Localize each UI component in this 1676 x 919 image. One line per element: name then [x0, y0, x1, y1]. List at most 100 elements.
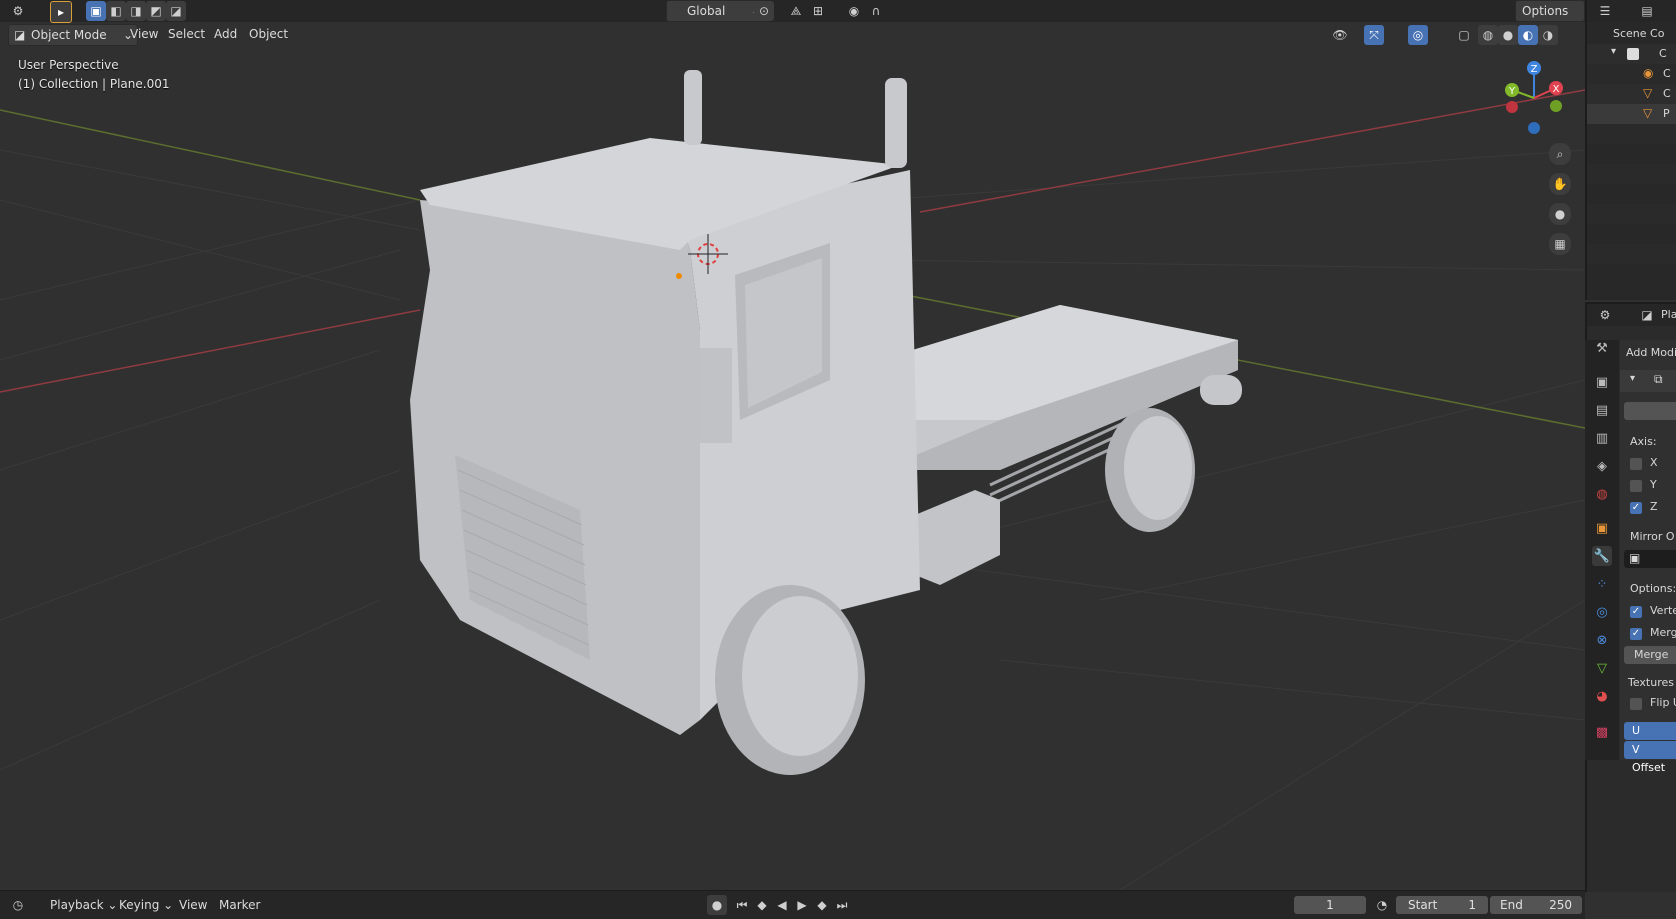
world-tab-icon[interactable]: ◍ [1592, 484, 1612, 504]
pivot-point-icon[interactable]: ⊙ [754, 1, 774, 21]
transform-orientation-dropdown[interactable]: Global⌄ [666, 0, 766, 22]
camera-icon: ◉ [1643, 66, 1654, 80]
expand-arrow-icon: ▾ [1611, 46, 1617, 57]
v-offset-field[interactable]: V Offset [1624, 741, 1676, 774]
object-mode-dropdown[interactable]: ◪ Object Mode ⌄ [8, 24, 138, 46]
3d-viewport[interactable]: User Perspective (1) Collection | Plane.… [0, 0, 1585, 890]
particles-tab-icon[interactable]: ⁘ [1592, 574, 1612, 594]
snap-target-icon[interactable]: ⊞ [808, 1, 828, 21]
add-modifier-button[interactable]: Add Modi [1626, 346, 1676, 359]
modifier-header[interactable]: ▾ ⧉ [1620, 370, 1676, 392]
axis-x-label: X [1650, 456, 1658, 469]
next-keyframe-icon[interactable]: ◆ [812, 895, 832, 915]
visibility-icon[interactable]: 👁 [1330, 25, 1350, 45]
modifier-name-field[interactable] [1624, 402, 1676, 420]
select-subtract-icon[interactable]: ◨ [126, 1, 146, 21]
menu-view-timeline[interactable]: View [173, 895, 213, 915]
start-frame-field[interactable]: Start 1 [1396, 896, 1488, 914]
exhaust-stack-left [684, 70, 702, 145]
end-frame-field[interactable]: End 250 [1490, 896, 1582, 914]
outliner-row[interactable]: ◉ C [1587, 64, 1676, 84]
navigation-gizmo[interactable]: Z X Y [1494, 58, 1574, 138]
view-layer-tab-icon[interactable]: ▥ [1592, 428, 1612, 448]
ortho-grid-icon[interactable]: ▦ [1549, 233, 1571, 255]
falloff-icon[interactable]: ∩ [866, 1, 886, 21]
jump-end-icon[interactable]: ⏭ [832, 895, 852, 915]
render-tab-icon[interactable]: ▣ [1592, 372, 1612, 392]
menu-playback[interactable]: Playback ⌄ [44, 895, 123, 915]
axis-label: Axis: [1630, 435, 1657, 448]
flip-u-checkbox[interactable] [1630, 698, 1642, 710]
properties-editor-icon[interactable]: ⚙ [1595, 305, 1615, 325]
menu-select[interactable]: Select [162, 24, 211, 44]
textures-section-label: Textures [1628, 676, 1674, 689]
jump-start-icon[interactable]: ⏮ [732, 895, 752, 915]
vertex-groups-checkbox[interactable]: ✓ [1630, 606, 1642, 618]
object-data-icon[interactable]: ◪ [1637, 305, 1657, 325]
camera-view-icon[interactable]: ● [1549, 203, 1571, 225]
options-dropdown[interactable]: Options ⌄ [1515, 0, 1585, 38]
current-frame-field[interactable]: 1 [1294, 896, 1366, 914]
outliner-row-selected[interactable]: ▽ P [1587, 104, 1676, 124]
physics-tab-icon[interactable]: ◎ [1592, 602, 1612, 622]
material-shading-icon[interactable]: ◐ [1518, 25, 1538, 45]
menu-keying[interactable]: Keying ⌄ [113, 895, 179, 915]
overlay-toggle-icon[interactable]: ◎ [1408, 25, 1428, 45]
timeline-editor-icon[interactable]: ◷ [8, 895, 28, 915]
flip-u-label: Flip U [1650, 696, 1676, 709]
mirror-object-field[interactable]: ▣ [1624, 550, 1676, 568]
snap-icon[interactable]: ⟁ [786, 1, 806, 21]
tool-tab-icon[interactable]: ⚒ [1592, 338, 1612, 358]
merge-distance-field[interactable]: Merge [1624, 646, 1676, 664]
menu-add[interactable]: Add [208, 24, 243, 44]
material-tab-icon[interactable]: ◕ [1592, 686, 1612, 706]
constraints-tab-icon[interactable]: ⊗ [1592, 630, 1612, 650]
stopwatch-icon[interactable]: ◔ [1372, 895, 1392, 915]
mirror-object-label: Mirror O [1630, 530, 1675, 543]
vertex-groups-label: Verte [1650, 604, 1676, 617]
outliner-row[interactable]: ▾ C [1587, 44, 1676, 64]
object-mode-icon: ◪ [14, 28, 26, 42]
y-axis-line-left [0, 109, 421, 201]
output-tab-icon[interactable]: ▤ [1592, 400, 1612, 420]
proportional-edit-icon[interactable]: ◉ [844, 1, 864, 21]
select-new-icon[interactable]: ▣ [86, 1, 106, 21]
outliner-row-label: C [1663, 87, 1671, 100]
prev-keyframe-icon[interactable]: ◆ [752, 895, 772, 915]
texture-tab-icon[interactable]: ▩ [1592, 722, 1612, 742]
gizmo-toggle-icon[interactable]: ⤧ [1364, 25, 1384, 45]
play-reverse-icon[interactable]: ◀ [772, 895, 792, 915]
zoom-icon[interactable]: ⌕ [1549, 143, 1571, 165]
outliner-row[interactable]: ▽ C [1587, 84, 1676, 104]
mesh-object-icon: ▽ [1643, 106, 1653, 120]
merge-checkbox[interactable]: ✓ [1630, 628, 1642, 640]
menu-object[interactable]: Object [243, 24, 294, 44]
record-icon[interactable]: ● [707, 895, 727, 915]
xray-icon[interactable]: ▢ [1454, 25, 1474, 45]
wireframe-shading-icon[interactable]: ◍ [1478, 25, 1498, 45]
object-origin [676, 273, 682, 279]
axis-z-checkbox[interactable]: ✓ [1630, 502, 1642, 514]
rendered-shading-icon[interactable]: ◑ [1538, 25, 1558, 45]
modifier-tab-icon[interactable]: 🔧 [1592, 546, 1612, 566]
solid-shading-icon[interactable]: ● [1498, 25, 1518, 45]
u-offset-field[interactable]: U Offset [1624, 722, 1676, 755]
menu-marker[interactable]: Marker [213, 895, 266, 915]
display-mode-icon[interactable]: ▤ [1637, 1, 1657, 21]
axis-y-checkbox[interactable] [1630, 480, 1642, 492]
menu-view[interactable]: View [124, 24, 164, 44]
pan-hand-icon[interactable]: ✋ [1549, 173, 1571, 195]
editor-type-icon[interactable]: ⚙ [8, 1, 28, 21]
mesh-data-tab-icon[interactable]: ▽ [1592, 658, 1612, 678]
collection-checkbox[interactable] [1627, 48, 1639, 60]
exhaust-stack-right [885, 78, 907, 168]
select-tool-icon[interactable]: ▸ [50, 1, 72, 23]
axis-x-checkbox[interactable] [1630, 458, 1642, 470]
scene-tab-icon[interactable]: ◈ [1592, 456, 1612, 476]
select-invert-icon[interactable]: ◩ [146, 1, 166, 21]
play-icon[interactable]: ▶ [792, 895, 812, 915]
object-tab-icon[interactable]: ▣ [1592, 518, 1612, 538]
outliner-editor-icon[interactable]: ☰ [1595, 1, 1615, 21]
select-extend-icon[interactable]: ◧ [106, 1, 126, 21]
select-intersect-icon[interactable]: ◪ [166, 1, 186, 21]
